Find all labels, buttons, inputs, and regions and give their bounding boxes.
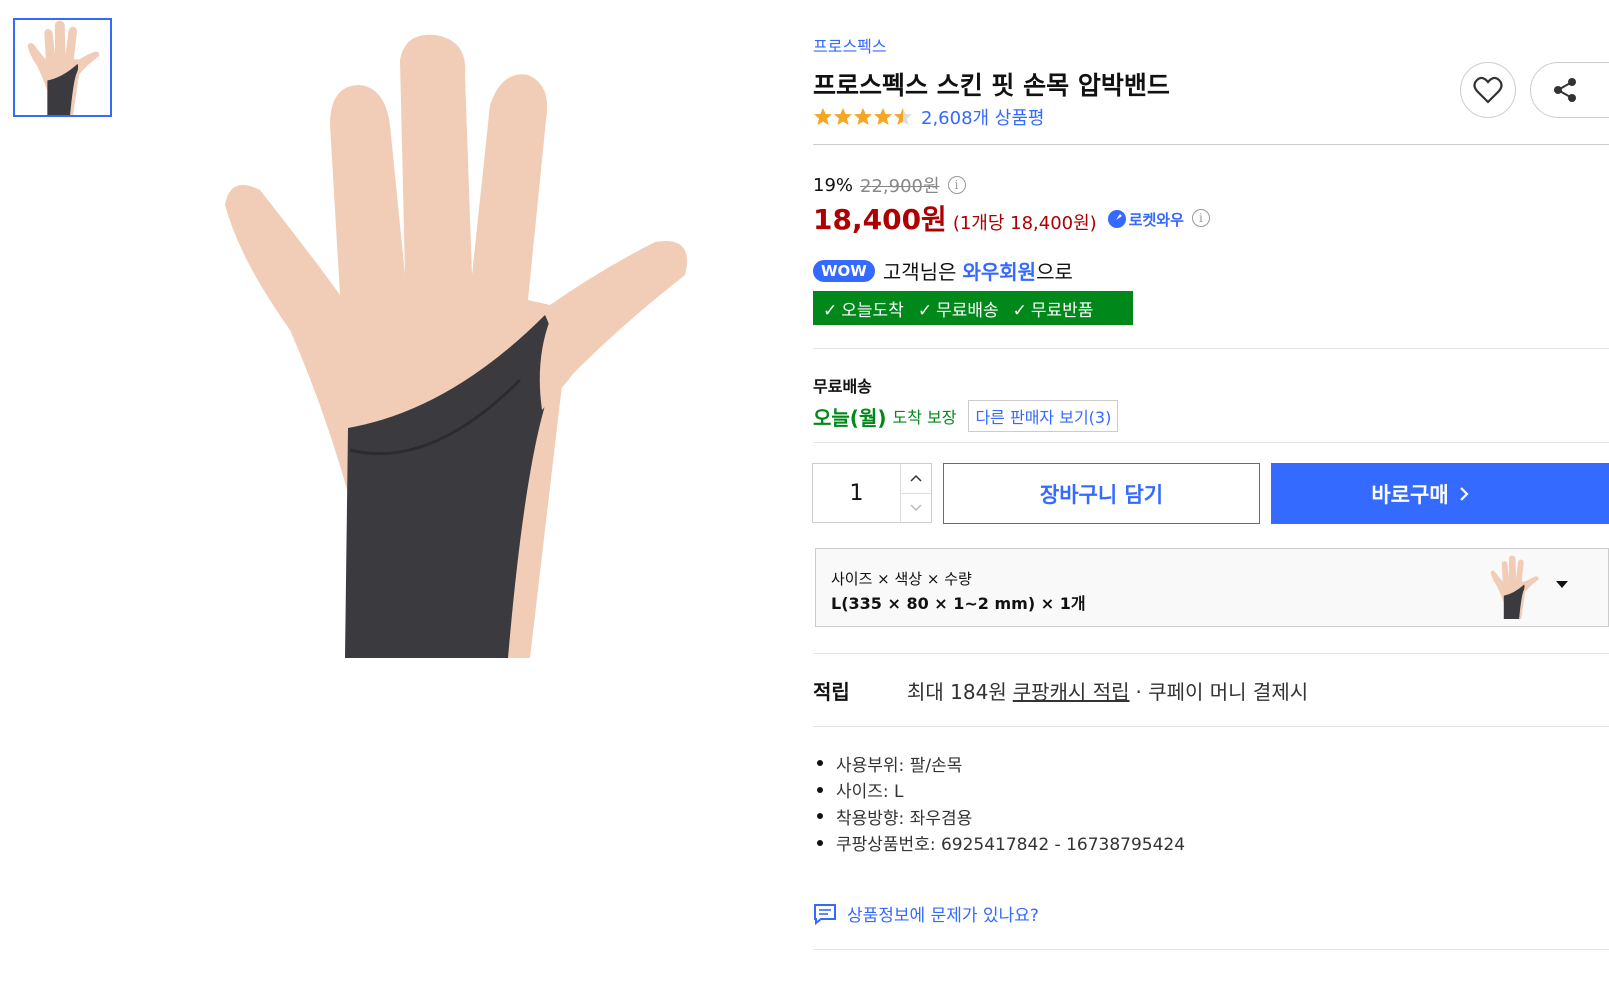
caret-down-icon	[1556, 581, 1568, 588]
divider	[813, 726, 1609, 727]
share-button[interactable]	[1530, 62, 1609, 118]
check-icon: ✓	[1012, 300, 1027, 321]
coupang-cash-link[interactable]: 쿠팡캐시 적립	[1013, 676, 1130, 705]
buy-now-label: 바로구매	[1371, 482, 1449, 507]
arrival-guarantee: 도착 보장	[892, 408, 957, 427]
points-label: 적립	[813, 680, 850, 704]
other-sellers-button[interactable]: 다른 판매자 보기(3)	[968, 400, 1119, 432]
main-product-image	[190, 30, 710, 659]
product-thumbnail[interactable]	[13, 18, 112, 117]
rating-row: 2,608개 상품평	[813, 104, 1045, 130]
discount-rate: 19%	[813, 174, 854, 196]
half-star-icon	[894, 108, 912, 125]
hand-illustration	[225, 34, 687, 659]
list-item: 사이즈: L	[813, 777, 1185, 804]
quantity-input[interactable]: 1	[813, 464, 901, 522]
info-icon[interactable]: i	[947, 176, 966, 194]
list-item: 착용방향: 좌우겸용	[813, 803, 1185, 830]
option-value: L(335 × 80 × 1~2 mm) × 1개	[831, 594, 1086, 613]
points-row: 적립 최대 184원 쿠팡캐시 적립 · 쿠페이 머니 결제시	[813, 676, 1308, 705]
shipping-title: 무료배송	[813, 377, 872, 396]
unit-price: (1개당 18,400원)	[952, 213, 1097, 234]
discount-row: 19% 22,900원 i	[813, 172, 966, 198]
report-issue-link[interactable]: 상품정보에 문제가 있나요?	[813, 901, 1039, 926]
info-icon[interactable]: i	[1191, 209, 1210, 227]
check-icon: ✓	[823, 300, 838, 321]
divider	[813, 949, 1609, 950]
arrival-row: 오늘(월) 도착 보장 다른 판매자 보기(3)	[813, 400, 1119, 432]
star-icon	[874, 108, 892, 125]
wow-benefits-box: ✓ 오늘도착 ✓ 무료배송 ✓ 무료반품	[813, 291, 1133, 325]
chevron-up-icon	[910, 475, 922, 482]
points-suffix: · 쿠페이 머니 결제시	[1135, 680, 1309, 704]
divider	[813, 442, 1609, 443]
review-count-link[interactable]: 2,608개 상품평	[921, 104, 1045, 130]
chevron-down-icon	[910, 504, 922, 511]
hand-illustration-small	[27, 20, 100, 115]
divider	[813, 653, 1609, 654]
buy-now-button[interactable]: 바로구매	[1271, 463, 1609, 524]
wow-text-after: 으로	[1036, 260, 1073, 284]
report-issue-label: 상품정보에 문제가 있나요?	[847, 906, 1039, 926]
option-selector[interactable]: 사이즈 × 색상 × 수량 L(335 × 80 × 1~2 mm) × 1개	[815, 548, 1609, 627]
star-icon	[834, 108, 852, 125]
chevron-right-icon	[1459, 486, 1469, 501]
arrival-date: 오늘(월)	[813, 405, 887, 430]
heart-icon	[1473, 76, 1503, 104]
price-row: 18,400원 (1개당 18,400원) 로켓와우 i	[813, 198, 1210, 238]
wow-member-text: 와우회원	[962, 260, 1037, 284]
divider	[813, 348, 1609, 349]
quantity-down-button[interactable]	[901, 494, 931, 523]
divider	[813, 144, 1609, 145]
message-icon	[814, 903, 836, 925]
star-rating	[813, 107, 913, 127]
star-icon	[814, 108, 832, 125]
wow-badge: WOW	[813, 259, 875, 282]
product-title: 프로스펙스 스킨 핏 손목 압박밴드	[813, 71, 1170, 100]
wow-member-row: WOW 고객님은 와우회원 으로	[813, 256, 1073, 285]
list-item: 사용부위: 팔/손목	[813, 750, 1185, 777]
wow-text-before: 고객님은	[882, 260, 957, 284]
option-thumbnail	[1482, 555, 1546, 619]
rocket-icon	[1107, 210, 1126, 228]
option-label: 사이즈 × 색상 × 수량	[831, 570, 972, 588]
star-icon	[854, 108, 872, 125]
sale-price: 18,400원	[813, 203, 947, 236]
check-icon: ✓	[917, 300, 933, 321]
quantity-stepper[interactable]: 1	[812, 463, 932, 523]
benefit-item: ✓ 무료반품	[1012, 300, 1094, 321]
rocket-wow-badge: 로켓와우	[1107, 209, 1184, 230]
add-to-cart-button[interactable]: 장바구니 담기	[943, 463, 1260, 524]
quantity-up-button[interactable]	[901, 464, 931, 494]
spec-list: 사용부위: 팔/손목 사이즈: L 착용방향: 좌우겸용 쿠팡상품번호: 692…	[813, 750, 1185, 856]
points-prefix: 최대 184원	[907, 680, 1007, 704]
list-item: 쿠팡상품번호: 6925417842 - 16738795424	[813, 830, 1185, 857]
brand-link[interactable]: 프로스펙스	[813, 33, 887, 57]
wishlist-button[interactable]	[1460, 62, 1516, 118]
original-price: 22,900원	[860, 176, 940, 197]
benefit-item: ✓ 무료배송	[917, 300, 999, 321]
share-icon	[1554, 78, 1576, 102]
benefit-item: ✓ 오늘도착	[823, 300, 904, 321]
rocket-label: 로켓와우	[1128, 210, 1184, 229]
